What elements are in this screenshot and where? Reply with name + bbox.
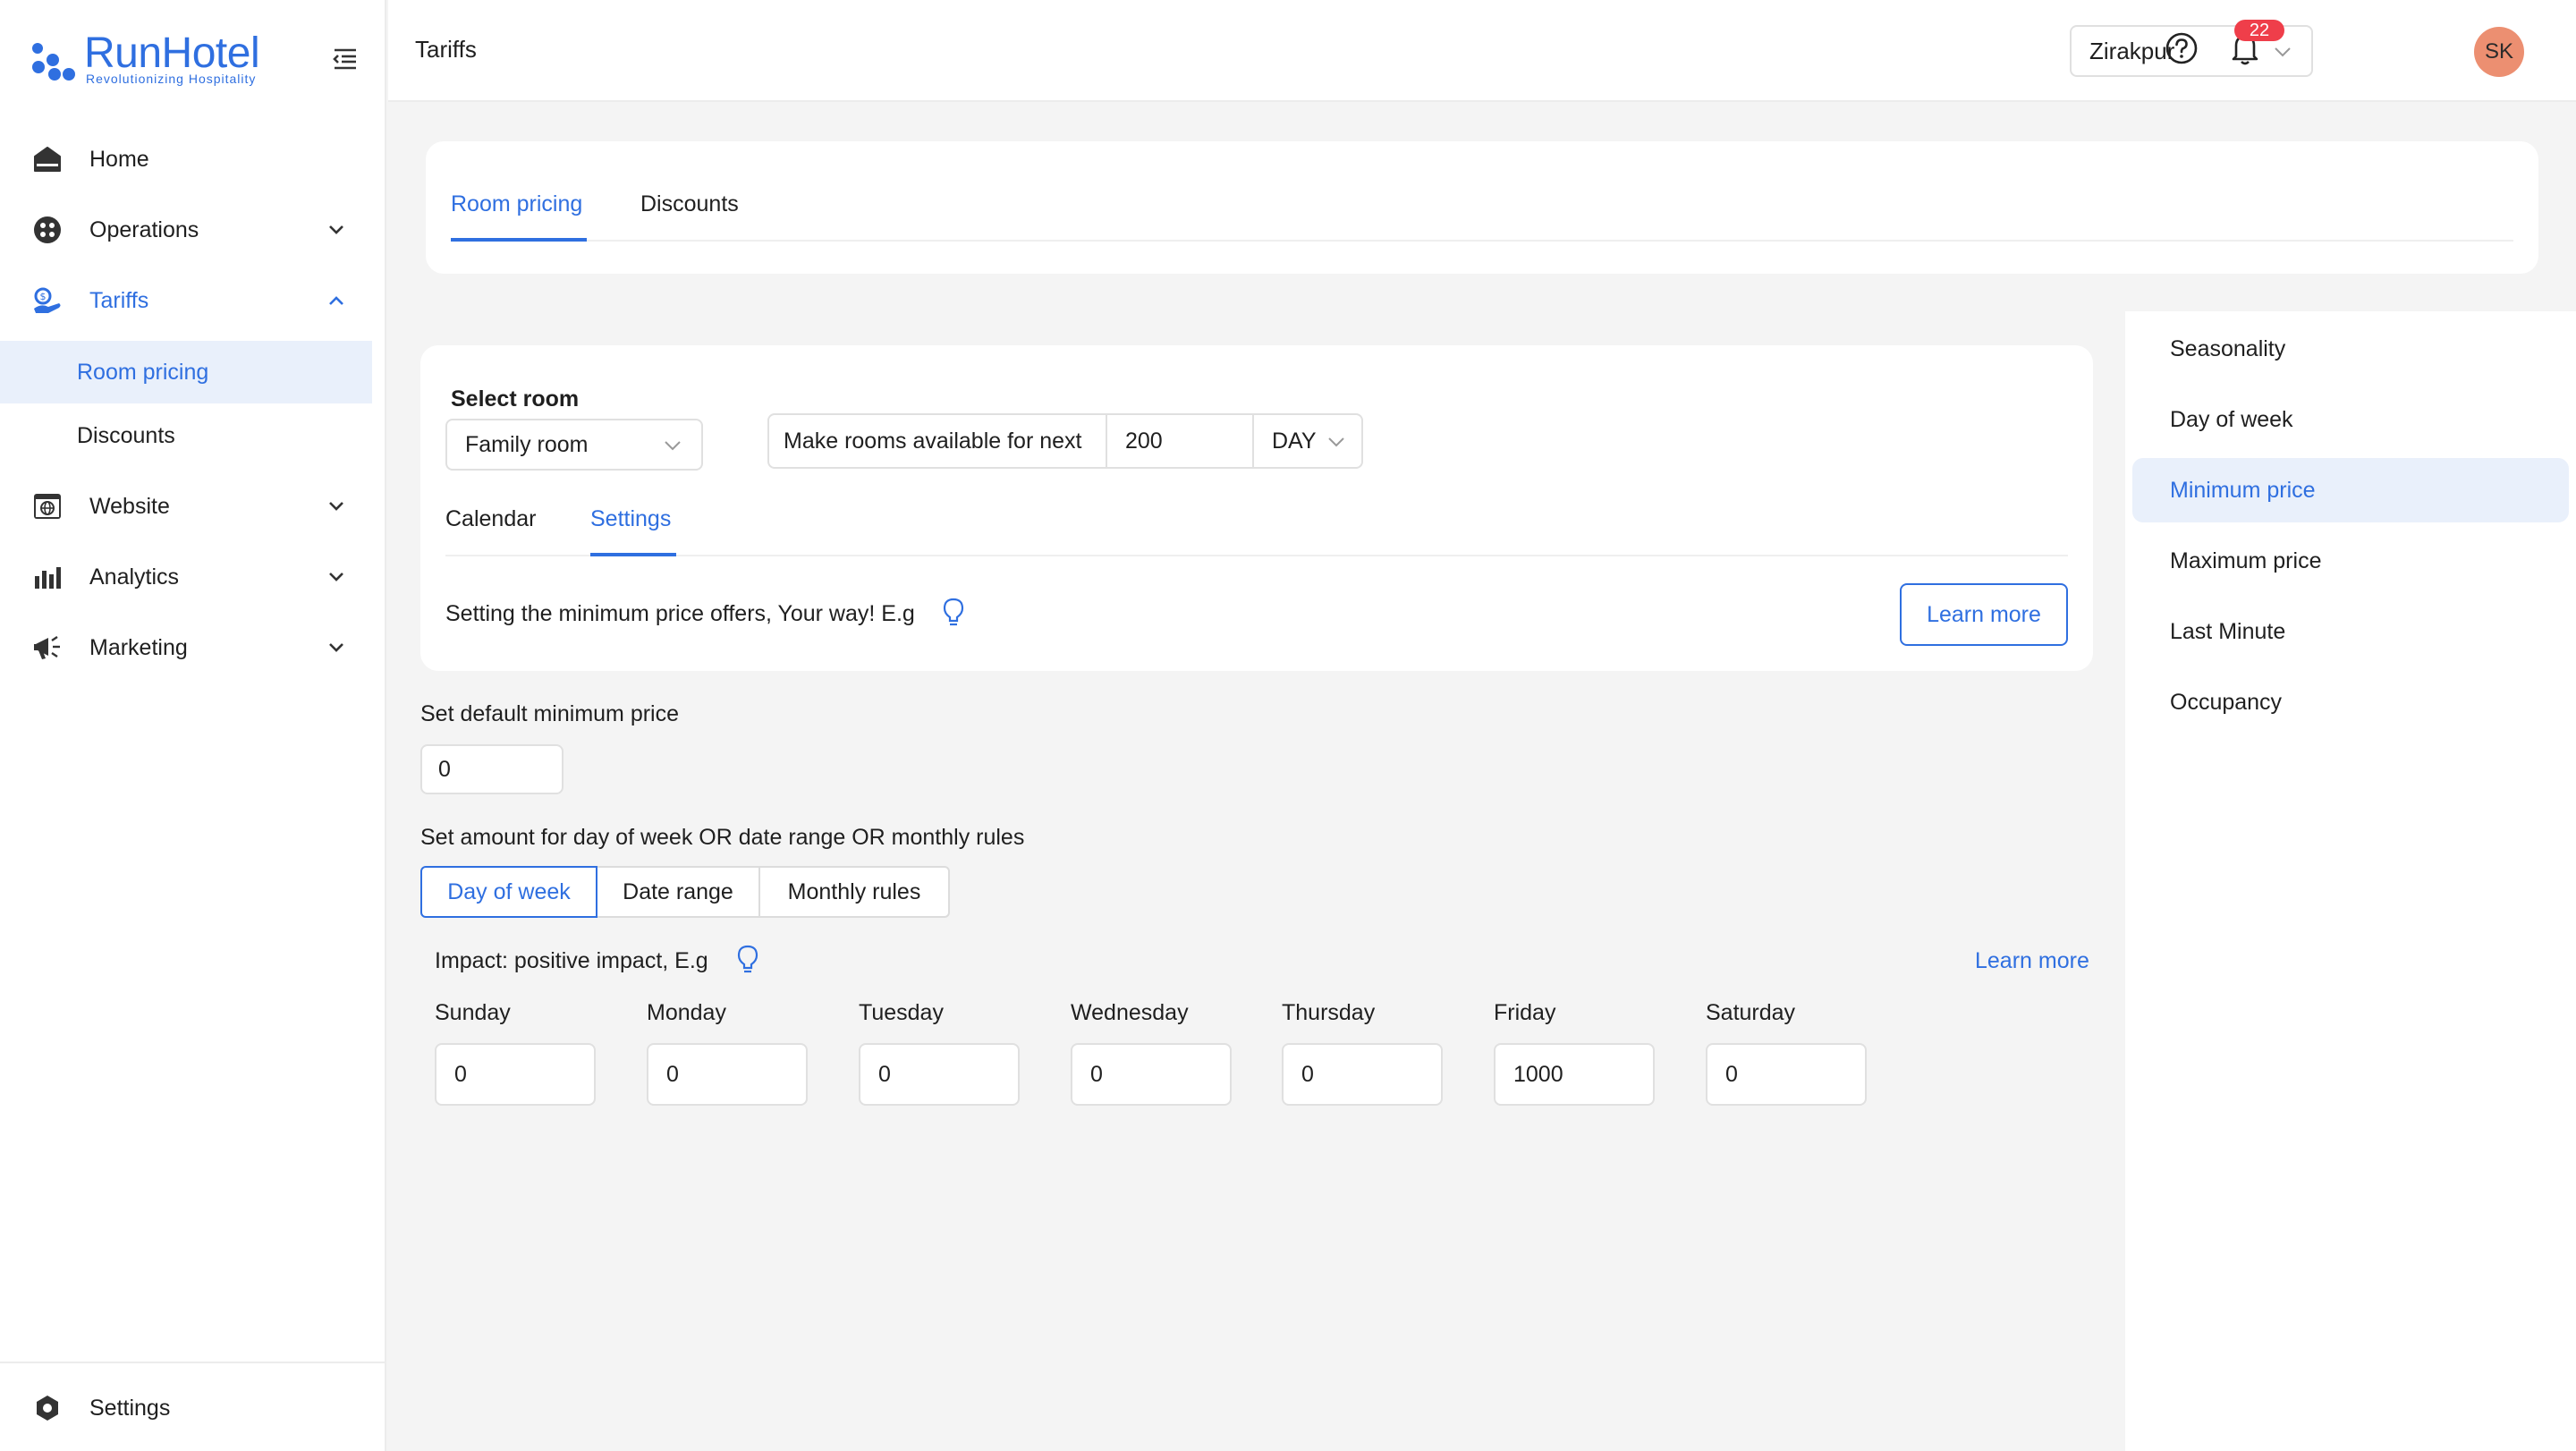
notification-badge: 22 xyxy=(2234,20,2284,41)
tab-discounts[interactable]: Discounts xyxy=(640,191,739,217)
impact-text: Impact: positive impact, E.g xyxy=(435,948,708,973)
divider xyxy=(451,240,2513,242)
chevron-up-icon xyxy=(326,290,347,311)
rule-item-occupancy[interactable]: Occupancy xyxy=(2132,670,2569,734)
sidebar-item-tariffs[interactable]: $ Tariffs xyxy=(32,276,363,326)
analytics-icon xyxy=(32,562,63,592)
segment-monthly-rules[interactable]: Monthly rules xyxy=(758,866,950,918)
availability-label: Make rooms available for next xyxy=(784,428,1082,454)
pricing-tabs-card: Room pricing Discounts xyxy=(426,141,2538,274)
select-room-label: Select room xyxy=(451,386,580,412)
location-value: Zirakpur xyxy=(2089,37,2175,64)
chevron-down-icon xyxy=(326,637,347,658)
lightbulb-icon[interactable] xyxy=(943,598,964,632)
availability-unit-value: DAY xyxy=(1272,428,1317,454)
website-icon xyxy=(32,491,63,522)
room-select-value: Family room xyxy=(465,431,589,457)
day-input-saturday[interactable]: 0 xyxy=(1706,1043,1867,1106)
page-title: Tariffs xyxy=(415,36,477,63)
day-label-thursday: Thursday xyxy=(1282,1000,1376,1025)
lightbulb-icon[interactable] xyxy=(737,945,758,980)
rule-item-maximum-price[interactable]: Maximum price xyxy=(2132,529,2569,593)
tariffs-icon: $ xyxy=(32,285,63,316)
availability-unit-select[interactable]: DAY xyxy=(1252,413,1363,469)
divider xyxy=(445,555,2068,556)
logo-dots-icon xyxy=(32,36,79,82)
sidebar: RunHotel Revolutionizing Hospitality Hom… xyxy=(0,0,386,1451)
divider xyxy=(0,1362,386,1363)
rule-item-last-minute[interactable]: Last Minute xyxy=(2132,599,2569,664)
sidebar-item-operations[interactable]: Operations xyxy=(32,205,363,255)
tab-calendar[interactable]: Calendar xyxy=(445,506,536,532)
day-input-friday[interactable]: 1000 xyxy=(1494,1043,1655,1106)
day-label-saturday: Saturday xyxy=(1706,1000,1796,1025)
day-label-friday: Friday xyxy=(1494,1000,1556,1025)
rules-label: Set amount for day of week OR date range… xyxy=(420,825,1025,850)
active-tab-indicator xyxy=(590,553,676,556)
default-min-price-input[interactable]: 0 xyxy=(420,744,564,794)
day-input-wednesday[interactable]: 0 xyxy=(1071,1043,1232,1106)
chevron-down-icon xyxy=(326,219,347,241)
brand-logo[interactable]: RunHotel Revolutionizing Hospitality xyxy=(32,30,301,88)
learn-more-link[interactable]: Learn more xyxy=(1975,948,2089,974)
pricing-rules-panel: Seasonality Day of week Minimum price Ma… xyxy=(2125,311,2576,1451)
sidebar-item-analytics[interactable]: Analytics xyxy=(32,552,363,602)
day-input-thursday[interactable]: 0 xyxy=(1282,1043,1443,1106)
day-label-sunday: Sunday xyxy=(435,1000,511,1025)
day-input-sunday[interactable]: 0 xyxy=(435,1043,596,1106)
learn-more-button[interactable]: Learn more xyxy=(1900,583,2068,646)
sidebar-item-website[interactable]: Website xyxy=(32,481,363,531)
sidebar-item-settings[interactable]: Settings xyxy=(32,1383,363,1433)
collapse-sidebar-icon[interactable] xyxy=(333,47,360,70)
sidebar-subitem-discounts[interactable]: Discounts xyxy=(0,404,372,467)
availability-label-box: Make rooms available for next xyxy=(767,413,1107,469)
chevron-down-icon xyxy=(1326,431,1347,453)
chevron-down-icon xyxy=(326,566,347,588)
home-icon xyxy=(32,144,63,174)
day-label-wednesday: Wednesday xyxy=(1071,1000,1189,1025)
chevron-down-icon xyxy=(2272,41,2293,63)
brand-tagline: Revolutionizing Hospitality xyxy=(86,72,257,86)
day-label-tuesday: Tuesday xyxy=(859,1000,944,1025)
sidebar-item-marketing[interactable]: Marketing xyxy=(32,623,363,673)
tab-room-pricing[interactable]: Room pricing xyxy=(451,191,582,217)
help-icon[interactable] xyxy=(2165,31,2199,70)
tab-settings[interactable]: Settings xyxy=(590,506,671,532)
sidebar-item-label: Home xyxy=(89,146,149,172)
room-settings-card: Select room Family room Make rooms avail… xyxy=(420,345,2093,671)
megaphone-icon xyxy=(32,632,63,663)
operations-icon xyxy=(32,215,63,245)
info-text: Setting the minimum price offers, Your w… xyxy=(445,601,915,626)
segment-date-range[interactable]: Date range xyxy=(596,866,760,918)
default-min-price-label: Set default minimum price xyxy=(420,701,680,726)
sidebar-item-label: Operations xyxy=(89,216,199,242)
sidebar-item-home[interactable]: Home xyxy=(32,134,363,184)
sidebar-item-label: Tariffs xyxy=(89,287,149,313)
day-label-monday: Monday xyxy=(647,1000,726,1025)
day-input-tuesday[interactable]: 0 xyxy=(859,1043,1020,1106)
rule-item-day-of-week[interactable]: Day of week xyxy=(2132,387,2569,452)
active-tab-indicator xyxy=(451,238,587,242)
sidebar-item-label: Website xyxy=(89,493,170,519)
chevron-down-icon xyxy=(662,435,683,456)
sidebar-item-label: Marketing xyxy=(89,634,188,660)
avatar[interactable]: SK xyxy=(2474,27,2524,77)
sidebar-subitem-room-pricing[interactable]: Room pricing xyxy=(0,341,372,403)
gear-icon xyxy=(32,1393,63,1423)
top-header: Tariffs Zirakpur 22 SK xyxy=(388,0,2576,102)
sidebar-item-label: Analytics xyxy=(89,564,180,590)
day-input-monday[interactable]: 0 xyxy=(647,1043,808,1106)
svg-text:$: $ xyxy=(40,291,47,302)
room-select[interactable]: Family room xyxy=(445,419,703,471)
chevron-down-icon xyxy=(326,496,347,517)
availability-days-input[interactable]: 200 xyxy=(1106,413,1254,469)
rule-item-seasonality[interactable]: Seasonality xyxy=(2132,317,2569,381)
rule-item-minimum-price[interactable]: Minimum price xyxy=(2132,458,2569,522)
segment-day-of-week[interactable]: Day of week xyxy=(420,866,597,918)
sidebar-item-label: Settings xyxy=(89,1395,171,1421)
